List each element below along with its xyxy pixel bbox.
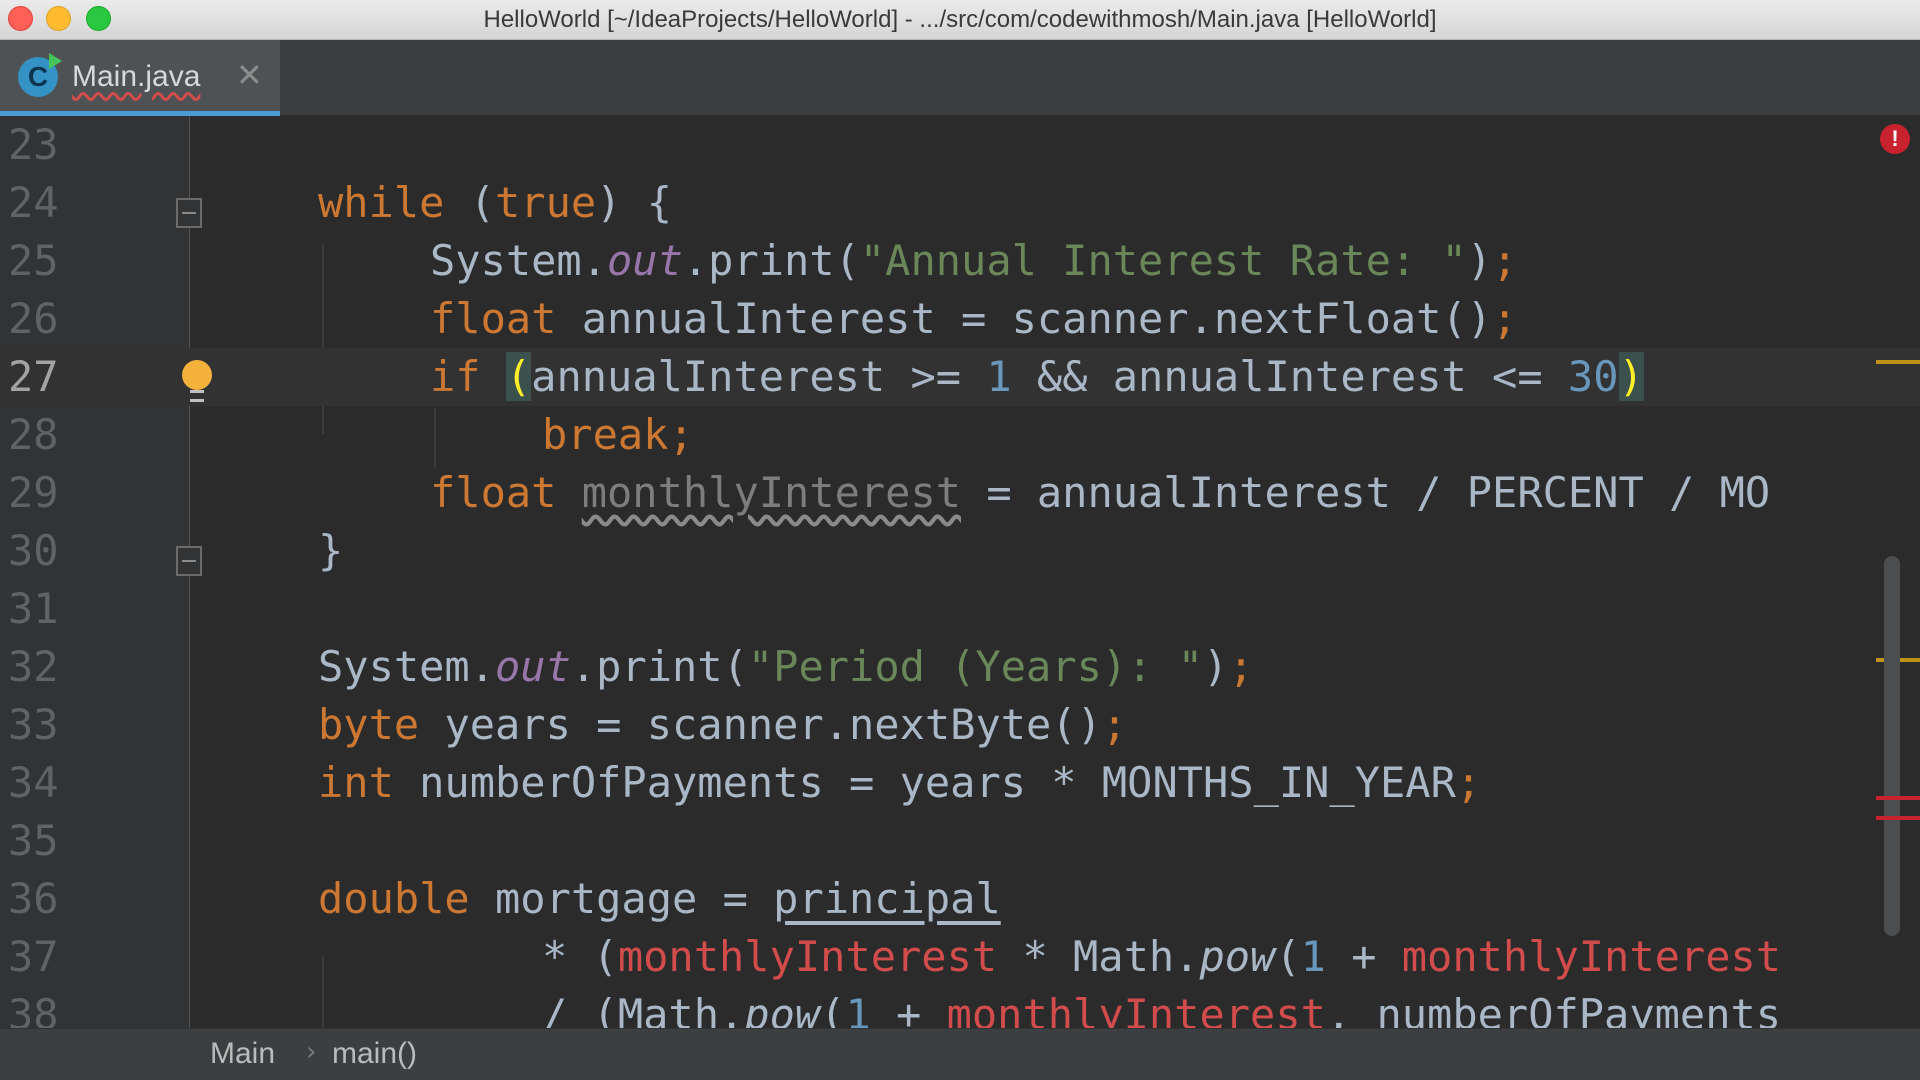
code-line: 24 while (true) {: [0, 174, 1920, 232]
breadcrumb: Main › main(): [0, 1028, 1920, 1080]
tab-label: Main.java: [72, 60, 201, 93]
code-line: 36 double mortgage = principal: [0, 870, 1920, 928]
code-text: System.out.print("Period (Years): ");: [318, 642, 1254, 691]
editor-tab-bar: C Main.java ✕: [0, 40, 1920, 116]
code-line: 23: [0, 116, 1920, 174]
line-number: 26: [8, 294, 59, 343]
line-number: 34: [8, 758, 59, 807]
code-text: System.out.print("Annual Interest Rate: …: [430, 236, 1518, 285]
run-marker-icon: [49, 53, 62, 69]
code-line: 29 float monthlyInterest = annualInteres…: [0, 464, 1920, 522]
current-code-line: 27 if (annualInterest >= 1 && annualInte…: [0, 348, 1920, 406]
vertical-scrollbar[interactable]: [1884, 556, 1900, 936]
code-text: int numberOfPayments = years * MONTHS_IN…: [318, 758, 1482, 807]
window-title: HelloWorld [~/IdeaProjects/HelloWorld] -…: [483, 6, 1437, 33]
line-number: 28: [8, 410, 59, 459]
code-text: float annualInterest = scanner.nextFloat…: [430, 294, 1518, 343]
code-line: 25 System.out.print("Annual Interest Rat…: [0, 232, 1920, 290]
line-number: 31: [8, 584, 59, 633]
line-number: 29: [8, 468, 59, 517]
code-text: * (monthlyInterest * Math.pow(1 + monthl…: [542, 932, 1782, 981]
error-marker[interactable]: [1876, 816, 1920, 820]
code-line: 35: [0, 812, 1920, 870]
code-line: 26 float annualInterest = scanner.nextFl…: [0, 290, 1920, 348]
title-bar: HelloWorld [~/IdeaProjects/HelloWorld] -…: [0, 0, 1920, 40]
code-line: 38 / (Math.pow(1 + monthlyInterest, numb…: [0, 986, 1920, 1028]
code-line: 33 byte years = scanner.nextByte();: [0, 696, 1920, 754]
line-number: 25: [8, 236, 59, 285]
line-number: 36: [8, 874, 59, 923]
lightbulb-icon[interactable]: [182, 360, 212, 404]
code-line: 34 int numberOfPayments = years * MONTHS…: [0, 754, 1920, 812]
line-number: 35: [8, 816, 59, 865]
error-indicator-icon[interactable]: !: [1880, 124, 1910, 154]
code-text: float monthlyInterest = annualInterest /…: [430, 468, 1771, 517]
line-number: 30: [8, 526, 59, 575]
line-number: 32: [8, 642, 59, 691]
code-text: break;: [542, 410, 694, 459]
line-number: 33: [8, 700, 59, 749]
code-text: / (Math.pow(1 + monthlyInterest, numberO…: [542, 990, 1782, 1028]
java-class-icon: C: [18, 53, 62, 97]
code-text: while (true) {: [318, 178, 673, 227]
code-text: if (annualInterest >= 1 && annualInteres…: [430, 352, 1644, 401]
error-marker[interactable]: [1876, 796, 1920, 800]
line-number: 23: [8, 120, 59, 169]
code-line: 32 System.out.print("Period (Years): ");: [0, 638, 1920, 696]
code-text: }: [318, 526, 344, 575]
breadcrumb-item-class[interactable]: Main: [210, 1037, 275, 1071]
line-number: 37: [8, 932, 59, 981]
code-line: 37 * (monthlyInterest * Math.pow(1 + mon…: [0, 928, 1920, 986]
warning-marker[interactable]: [1876, 360, 1920, 364]
code-line: 28 break;: [0, 406, 1920, 464]
code-line: 30 }: [0, 522, 1920, 580]
code-line: 31: [0, 580, 1920, 638]
code-text: double mortgage = principal: [318, 874, 1001, 923]
code-editor[interactable]: 23 24 while (true) { 25 System.out.print…: [0, 116, 1920, 1028]
close-tab-icon[interactable]: ✕: [236, 56, 263, 94]
line-number: 38: [8, 990, 59, 1028]
code-text: byte years = scanner.nextByte();: [318, 700, 1128, 749]
breadcrumb-separator-icon: ›: [306, 1037, 317, 1067]
line-number: 24: [8, 178, 59, 227]
breadcrumb-item-method[interactable]: main(): [332, 1037, 417, 1071]
line-number: 27: [8, 352, 59, 401]
tab-main-java[interactable]: C Main.java ✕: [0, 40, 280, 116]
